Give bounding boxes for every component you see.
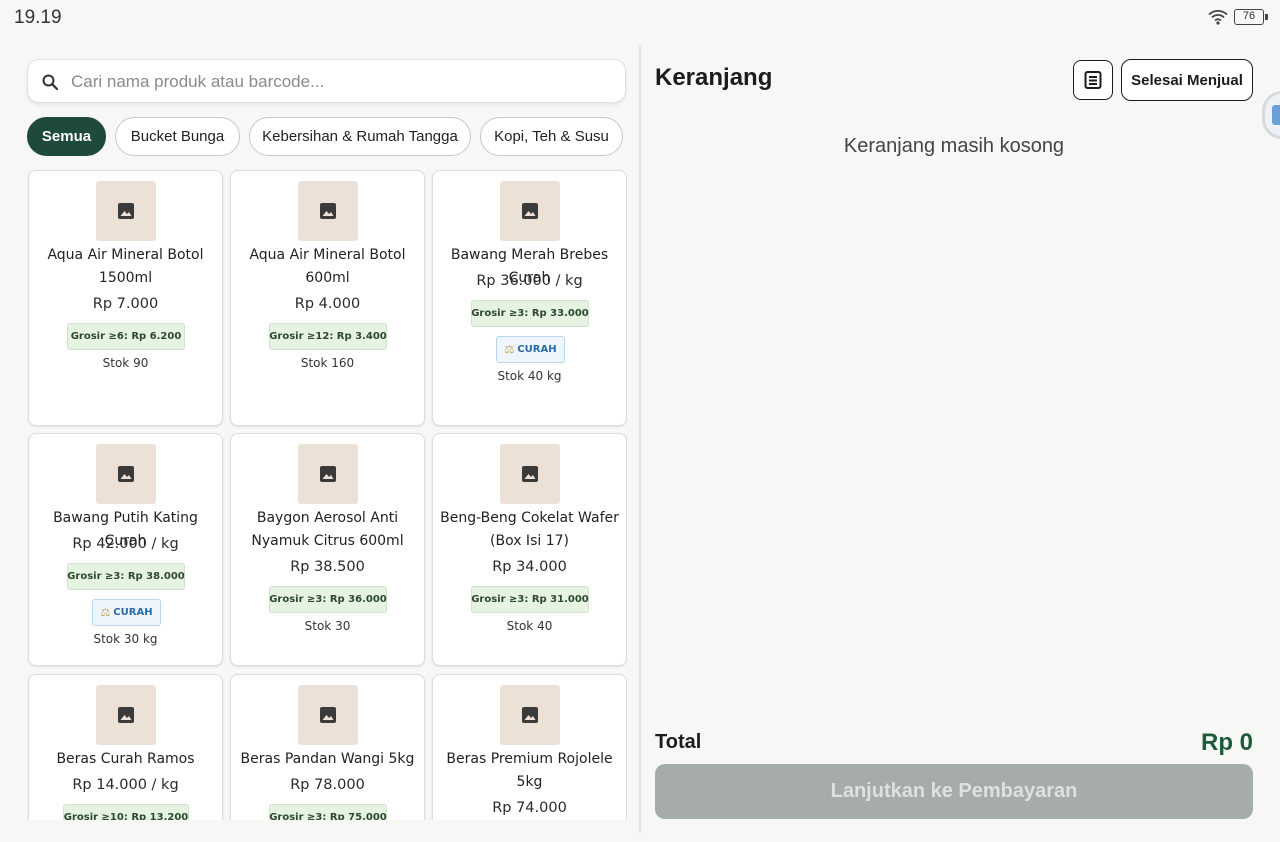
- receipt-list-icon: [1084, 71, 1102, 89]
- search-icon: [42, 74, 59, 91]
- product-name: Beras Curah Ramos: [56, 751, 195, 767]
- product-stock: Stok 40: [506, 619, 553, 633]
- status-bar: 19.19 76: [0, 0, 1280, 38]
- battery-icon: 76: [1234, 9, 1268, 25]
- product-price: Rp 78.000: [290, 777, 365, 793]
- product-stock: Stok 30 kg: [93, 632, 158, 646]
- category-chip[interactable]: Kopi, Teh & Susu: [480, 117, 623, 156]
- product-image-placeholder-icon: [298, 181, 358, 241]
- curah-label: CURAH: [113, 607, 153, 618]
- wholesale-price-badge: Grosir ≥3: Rp 75.000: [269, 804, 387, 820]
- product-name: Beras Premium Rojolele 5kg: [446, 751, 613, 790]
- search-bar[interactable]: [27, 59, 626, 103]
- product-price: Rp 34.000: [492, 559, 567, 575]
- product-image-placeholder-icon: [500, 444, 560, 504]
- curah-label: CURAH: [517, 344, 557, 355]
- product-name: Beras Pandan Wangi 5kg: [240, 751, 415, 767]
- product-name: Baygon Aerosol Anti Nyamuk Citrus 600ml: [251, 510, 404, 549]
- scale-icon: ⚖: [504, 343, 515, 356]
- wholesale-price-badge: Grosir ≥10: Rp 13.200: [63, 804, 189, 820]
- product-price: Rp 14.000 / kg: [72, 777, 179, 793]
- finish-selling-button[interactable]: Selesai Menjual: [1121, 59, 1253, 101]
- wholesale-price-badge: Grosir ≥3: Rp 36.000: [269, 586, 387, 613]
- search-input[interactable]: [71, 68, 611, 96]
- wholesale-price-badge: Grosir ≥3: Rp 31.000: [471, 586, 589, 613]
- product-card[interactable]: Beras Premium Rojolele 5kgRp 74.000Grosi…: [432, 674, 627, 820]
- product-stock: Stok 40 kg: [497, 369, 562, 383]
- product-price: Rp 7.000: [92, 296, 159, 312]
- wifi-icon: [1208, 10, 1228, 25]
- transaction-list-button[interactable]: [1073, 60, 1113, 100]
- product-image-placeholder-icon: [96, 444, 156, 504]
- product-stock: Stok 90: [102, 356, 149, 370]
- panel-divider: [639, 46, 641, 833]
- product-card[interactable]: Aqua Air Mineral Botol 600ml Rp 4.000 Gros…: [230, 170, 425, 426]
- product-image-placeholder-icon: [298, 685, 358, 745]
- product-card[interactable]: Baygon Aerosol Anti Nyamuk Citrus 600ml R…: [230, 433, 425, 666]
- product-price: Rp 42.000 / kg: [72, 536, 179, 552]
- product-image-placeholder-icon: [500, 685, 560, 745]
- wholesale-price-badge: Grosir ≥3: Rp 33.000: [471, 300, 589, 327]
- total-value: Rp 0: [1200, 729, 1253, 756]
- product-stock: Stok 160: [300, 356, 355, 370]
- category-chip[interactable]: Semua: [27, 117, 106, 156]
- product-name: Beng-Beng Cokelat Wafer (Box Isi 17): [440, 510, 619, 549]
- product-price: Rp 36.000 / kg: [476, 273, 583, 289]
- category-chip[interactable]: Bucket Bunga: [115, 117, 240, 156]
- cart-empty-message: Keranjang masih kosong: [843, 135, 1065, 157]
- product-price: Rp 4.000: [294, 296, 361, 312]
- product-price: Rp 74.000: [492, 800, 567, 816]
- product-card[interactable]: Bawang Putih Kating Curah Rp 42.000 / kg G…: [28, 433, 223, 666]
- status-time: 19.19: [14, 7, 62, 28]
- floating-overlay-icon[interactable]: [1262, 91, 1280, 139]
- product-name: Aqua Air Mineral Botol 600ml: [249, 247, 406, 286]
- product-image-placeholder-icon: [500, 181, 560, 241]
- product-image-placeholder-icon: [96, 685, 156, 745]
- status-icons: 76: [1208, 9, 1268, 25]
- product-name: Aqua Air Mineral Botol 1500ml: [47, 247, 204, 286]
- product-image-placeholder-icon: [96, 181, 156, 241]
- product-card[interactable]: Beng-Beng Cokelat Wafer (Box Isi 17) Rp 3…: [432, 433, 627, 666]
- product-price: Rp 38.500: [290, 559, 365, 575]
- wholesale-price-badge: Grosir ≥12: Rp 3.400: [269, 323, 387, 350]
- cart-title: Keranjang: [655, 64, 773, 91]
- wholesale-price-badge: Grosir ≥6: Rp 6.200: [67, 323, 185, 350]
- product-grid: Aqua Air Mineral Botol 1500ml Rp 7.000 Gro…: [27, 169, 627, 820]
- product-card[interactable]: Beras Curah Ramos Rp 14.000 / kg Grosir ≥1…: [28, 674, 223, 820]
- product-stock: Stok 30: [304, 619, 351, 633]
- bulk-curah-badge: ⚖ CURAH: [496, 336, 565, 363]
- bulk-curah-badge: ⚖ CURAH: [92, 599, 161, 626]
- total-label: Total: [655, 731, 702, 753]
- product-card[interactable]: Bawang Merah Brebes Curah Rp 36.000 / kg G…: [432, 170, 627, 426]
- wholesale-price-badge: Grosir ≥3: Rp 38.000: [67, 563, 185, 590]
- product-image-placeholder-icon: [298, 444, 358, 504]
- product-card[interactable]: Beras Pandan Wangi 5kg Rp 78.000 Grosir ≥3…: [230, 674, 425, 820]
- product-card[interactable]: Aqua Air Mineral Botol 1500ml Rp 7.000 Gro…: [28, 170, 223, 426]
- scale-icon: ⚖: [100, 606, 111, 619]
- proceed-to-payment-button[interactable]: Lanjutkan ke Pembayaran: [655, 764, 1253, 819]
- category-chip[interactable]: Kebersihan & Rumah Tangga: [249, 117, 471, 156]
